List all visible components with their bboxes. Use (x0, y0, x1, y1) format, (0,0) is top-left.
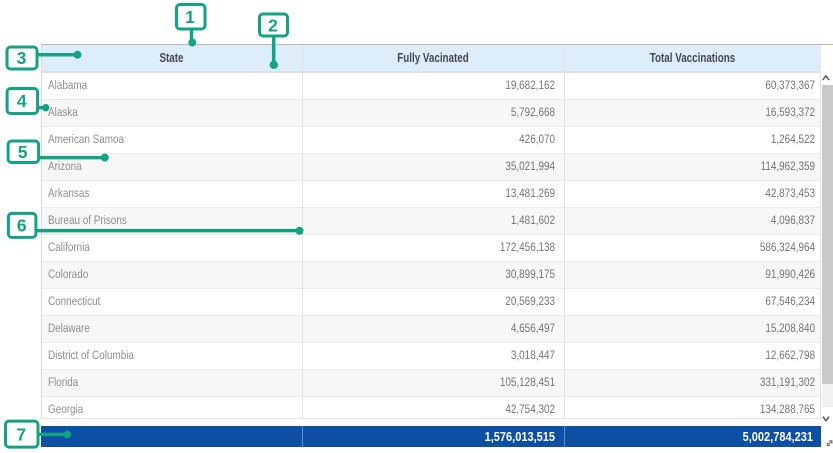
svg-text:5: 5 (18, 142, 28, 162)
svg-text:4: 4 (17, 91, 27, 111)
svg-text:6: 6 (17, 216, 27, 236)
svg-text:2: 2 (268, 16, 278, 36)
svg-text:1: 1 (185, 7, 195, 27)
svg-text:7: 7 (16, 425, 26, 445)
svg-text:3: 3 (17, 48, 27, 68)
